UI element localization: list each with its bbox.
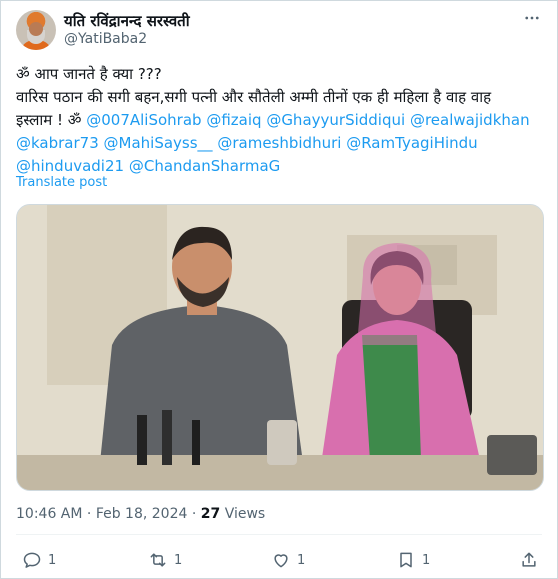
mention-link[interactable]: @MahiSayss__ [104,134,213,152]
bookmark-icon [400,552,412,568]
mention-link[interactable]: @007AliSohrab [86,111,201,129]
mention-link[interactable]: @realwajidkhan [410,111,530,129]
ellipsis-icon [525,16,539,20]
bookmark-count: 1 [422,552,431,568]
retweet-button[interactable]: 1 [148,545,182,575]
tweet-text: ॐ आप जानते है क्या ??? वारिस पठान की सगी… [16,63,546,178]
mention-link[interactable]: @kabrar73 [16,134,99,152]
mention-link[interactable]: @hinduvadi21 [16,157,124,175]
meta-separator: · [82,506,96,522]
retweet-count: 1 [174,552,183,568]
action-bar: 1 1 1 1 [16,545,544,575]
bookmark-button[interactable]: 1 [396,545,430,575]
share-button[interactable] [519,545,539,575]
reply-icon [23,552,41,568]
mention-link[interactable]: @RamTyagiHindu [346,134,477,152]
tweet-card[interactable]: यति रविंद्रानन्द सरस्वती @YatiBaba2 ॐ आप… [0,0,558,579]
reply-button[interactable]: 1 [22,545,56,575]
avatar[interactable] [16,10,56,50]
tweet-meta: 10:46 AM · Feb 18, 2024 · 27 Views [16,506,265,522]
author-name[interactable]: यति रविंद्रानन्द सरस्वती [64,11,190,31]
views-label: Views [220,506,266,522]
views-count: 27 [200,506,221,522]
mention-link[interactable]: @GhayyurSiddiqui [266,111,405,129]
photo-illustration [17,205,543,490]
mention-link[interactable]: @rameshbidhuri [217,134,341,152]
reply-count: 1 [48,552,57,568]
meta-separator: · [187,506,201,522]
like-button[interactable]: 1 [271,545,305,575]
tweet-line-3-prefix: इस्लाम ! ॐ [16,111,87,129]
tweet-line-2: वारिस पठान की सगी बहन,सगी पत्नी और सौतेल… [16,88,492,106]
avatar-face [29,22,43,36]
more-options-icon[interactable] [521,7,543,29]
divider [16,534,542,535]
tweet-line-4: @kabrar73 @MahiSayss__ @rameshbidhuri @R… [16,132,546,155]
retweet-icon [150,553,166,567]
share-icon [522,552,536,567]
mention-link[interactable]: @fizaiq [206,111,261,129]
tweet-date[interactable]: Feb 18, 2024 [96,506,188,522]
like-count: 1 [297,552,306,568]
media-photo[interactable] [16,204,544,491]
heart-icon [274,554,288,568]
author-handle[interactable]: @YatiBaba2 [64,31,147,47]
tweet-line-1: ॐ आप जानते है क्या ??? [16,65,162,83]
translate-post-link[interactable]: Translate post [16,175,107,190]
tweet-time[interactable]: 10:46 AM [16,506,82,522]
mention-link[interactable]: @ChandanSharmaG [129,157,280,175]
tweet-line-3: इस्लाम ! ॐ @007AliSohrab @fizaiq @Ghayyu… [16,109,546,132]
